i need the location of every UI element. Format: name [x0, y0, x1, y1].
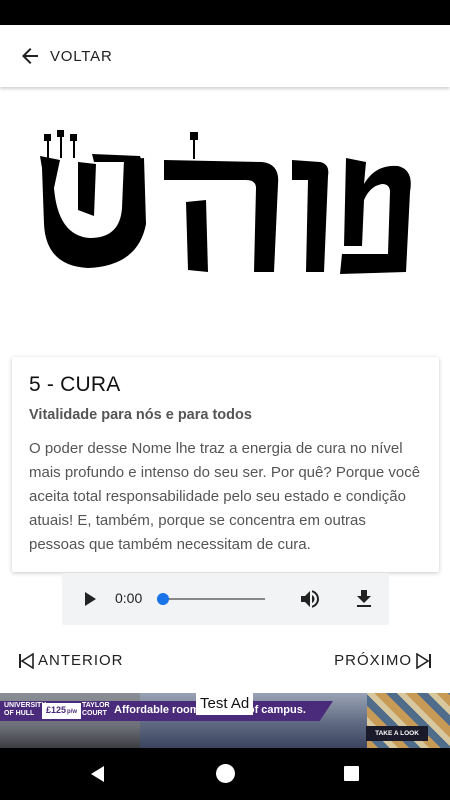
ad-court-logo: TAYLOR COURT [82, 702, 110, 717]
back-label: VOLTAR [50, 47, 113, 65]
card-title: 5 - CURA [29, 373, 121, 396]
system-recents-icon[interactable] [344, 766, 359, 781]
status-bar [0, 0, 450, 25]
skip-next-icon [416, 652, 431, 669]
next-label: PRÓXIMO [334, 652, 412, 669]
seek-thumb[interactable] [157, 593, 169, 605]
card-body-text: O poder desse Nome lhe traz a energia de… [29, 440, 421, 553]
play-icon[interactable] [80, 589, 100, 609]
system-home-icon[interactable] [216, 764, 235, 783]
ad-price-unit: p/w [67, 709, 78, 715]
system-back-icon[interactable] [89, 765, 107, 783]
audio-current-time: 0:00 [115, 590, 143, 606]
volume-icon[interactable] [298, 587, 322, 611]
previous-label: ANTERIOR [38, 652, 124, 669]
hebrew-letters-graphic [40, 130, 411, 274]
ad-university-logo: UNIVERSITY OF HULL [4, 702, 46, 717]
download-icon[interactable] [352, 587, 376, 611]
previous-button[interactable]: ANTERIOR [18, 652, 124, 669]
app-bar: VOLTAR [0, 25, 450, 87]
skip-previous-icon [19, 652, 34, 669]
description-card: 5 - CURA Vitalidade para nós e para todo… [12, 357, 439, 572]
seek-track [157, 598, 265, 600]
card-subtitle: Vitalidade para nós e para todos [29, 407, 252, 423]
test-ad-label: Test Ad [196, 693, 254, 715]
ad-cta-button[interactable]: TAKE A LOOK [366, 726, 428, 741]
next-button[interactable]: PRÓXIMO [334, 652, 432, 669]
audio-player: 0:00 [62, 573, 389, 625]
ad-price: £125p/w [42, 703, 82, 719]
arrow-left-icon [22, 48, 38, 64]
system-navigation-bar [0, 748, 450, 800]
lesson-navigation: ANTERIOR PRÓXIMO [0, 648, 450, 676]
hebrew-name-image [0, 88, 450, 343]
ad-price-value: £125 [46, 705, 67, 715]
ad-banner[interactable]: UNIVERSITY OF HULL £125p/w TAYLOR COURT … [0, 693, 450, 748]
back-button[interactable]: VOLTAR [18, 44, 113, 68]
audio-seek-slider[interactable] [157, 593, 265, 605]
